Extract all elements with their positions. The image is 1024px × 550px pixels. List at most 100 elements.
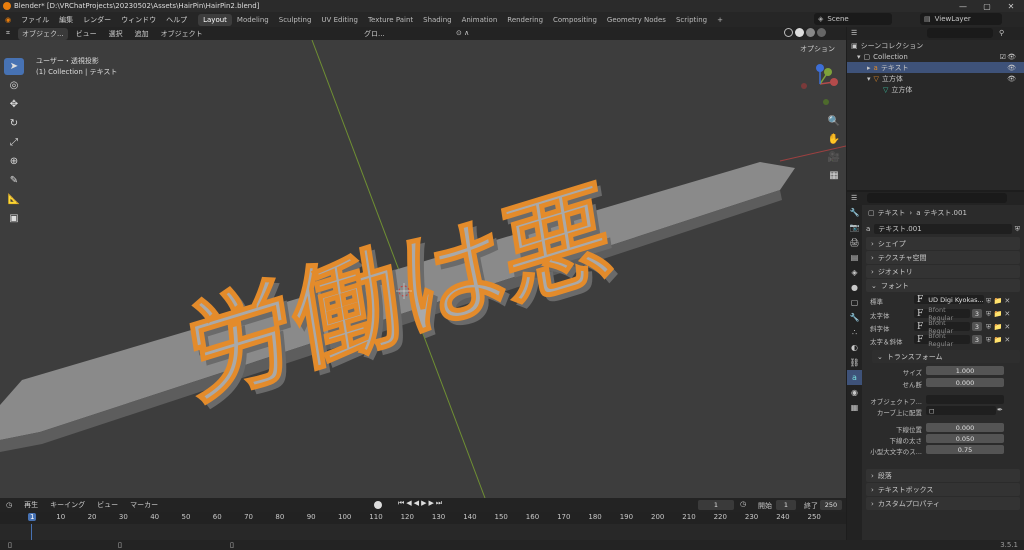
menu-render[interactable]: レンダー [78,15,116,25]
tab-compositing[interactable]: Compositing [548,14,602,26]
end-frame-field[interactable]: 250 [820,500,842,510]
eye-icon[interactable]: 👁 [1007,53,1016,61]
wireframe-shading-icon[interactable] [784,28,793,37]
size-field[interactable]: 1.000 [926,366,1004,375]
outliner-editor-icon[interactable]: ☰ [851,29,857,37]
panel-texture-space[interactable]: › テクスチャ空間 [866,251,1020,264]
font-users-count[interactable]: 3 [972,322,982,331]
start-frame-field[interactable]: 1 [776,500,796,510]
panel-shape[interactable]: › シェイプ [866,237,1020,250]
add-workspace-icon[interactable]: + [712,14,728,26]
maximize-button[interactable]: ▢ [975,0,999,12]
data-tab-icon[interactable]: a [847,370,862,385]
menu-file[interactable]: ファイル [16,15,54,25]
mode-dropdown[interactable]: オブジェク... [17,27,68,40]
properties-editor-icon[interactable]: ☰ [851,194,857,202]
scene-tab-icon[interactable]: ◈ [847,265,862,280]
scale-tool-icon[interactable]: ⤢ [4,134,24,151]
font-users-count[interactable]: 3 [972,309,982,318]
font-users-count[interactable]: 3 [972,335,982,344]
object-font-field[interactable] [926,395,1004,404]
panel-geometry[interactable]: › ジオメトリ [866,265,1020,278]
ortho-grid-icon[interactable]: ▦ [826,170,842,188]
timeline[interactable]: 1 10 20 30 40 50 60 70 80 90 100 110 120 130 140 150 160… [0,512,846,540]
outliner-row[interactable]: ▽ 立方体 [847,84,1024,95]
current-frame-field[interactable]: 1 [698,500,734,510]
timeline-editor-icon[interactable]: ◷ [2,500,16,510]
proportional-edit-icon[interactable]: ⊙ ∧ [452,28,473,38]
panel-custom-properties[interactable]: › カスタムプロパティ [866,497,1020,510]
close-button[interactable]: ✕ [999,0,1023,12]
underline-position-field[interactable]: 0.000 [926,423,1004,432]
solid-shading-icon[interactable] [795,28,804,37]
eye-icon[interactable]: 👁 [1007,64,1016,72]
navigation-gizmo[interactable] [800,62,840,106]
chevron-down-icon[interactable]: ▾ [867,75,871,83]
chevron-down-icon[interactable]: ▾ [857,53,861,61]
blender-menu-icon[interactable]: ◉ [0,16,16,24]
tab-texture-paint[interactable]: Texture Paint [363,14,418,26]
material-shading-icon[interactable] [806,28,815,37]
shear-field[interactable]: 0.000 [926,378,1004,387]
shield-folder-close-icon[interactable]: ⛨ 📁 ✕ [986,321,1010,334]
eye-icon[interactable]: 👁 [1007,75,1016,83]
tab-layout[interactable]: Layout [198,13,232,26]
texture-tab-icon[interactable]: ▦ [847,400,862,415]
menu-select[interactable]: 選択 [105,28,127,40]
editor-type-icon[interactable]: ⌗ [2,28,14,39]
datablock-name-field[interactable]: テキスト.001 [874,224,1012,234]
menu-playback[interactable]: 再生 [20,499,42,511]
tab-scripting[interactable]: Scripting [671,14,712,26]
camera-view-icon[interactable]: 🎥 [826,152,842,170]
object-tab-icon[interactable]: ▢ [847,295,862,310]
menu-edit[interactable]: 編集 [54,15,78,25]
tab-animation[interactable]: Animation [457,14,503,26]
chevron-right-icon[interactable]: ▸ [867,64,871,72]
tab-sculpting[interactable]: Sculpting [274,14,317,26]
outliner-row[interactable]: ▸ a テキスト 👁 [847,62,1024,73]
curve-field[interactable]: ◻ [926,406,996,415]
move-tool-icon[interactable]: ✥ [4,96,24,113]
checkbox-icon[interactable]: ☑ [1000,53,1006,61]
font-regular-field[interactable]: F UD Digi Kyokas... [914,295,984,305]
select-tool-icon[interactable]: ➤ [4,58,24,75]
cursor-tool-icon[interactable]: ◎ [4,77,24,94]
tab-uv-editing[interactable]: UV Editing [316,14,363,26]
zoom-icon[interactable]: 🔍 [826,116,842,134]
3d-viewport[interactable]: 労働は悪 労働は悪 ユーザー・透視投影 (1) Collection | テキス… [0,40,846,498]
tab-shading[interactable]: Shading [418,14,456,26]
add-cube-tool-icon[interactable]: ▣ [4,210,24,227]
frame-ruler[interactable]: 1 10 20 30 40 50 60 70 80 90 100 110 120 130 140 150 160… [0,512,846,524]
eyedropper-icon[interactable]: ✒ [997,406,1003,414]
menu-add[interactable]: 追加 [131,28,153,40]
outliner-row[interactable]: ▣ シーンコレクション [847,40,1024,51]
menu-marker[interactable]: マーカー [126,499,162,511]
menu-help[interactable]: ヘルプ [161,15,192,25]
outliner-row[interactable]: ▾ ▽ 立方体 👁 [847,73,1024,84]
measure-tool-icon[interactable]: 📐 [4,191,24,208]
transform-tool-icon[interactable]: ⊕ [4,153,24,170]
annotate-tool-icon[interactable]: ✎ [4,172,24,189]
font-bold-field[interactable]: F Bfont Regular [914,306,970,322]
outliner-row[interactable]: ▾ ▢ Collection ☑ 👁 [847,51,1024,62]
material-tab-icon[interactable]: ◉ [847,385,862,400]
viewport-options-dropdown[interactable]: オプション [800,44,835,54]
menu-timeline-view[interactable]: ビュー [93,499,122,511]
rendered-shading-icon[interactable] [817,28,826,37]
panel-paragraph[interactable]: › 段落 [866,469,1020,482]
tab-geometry-nodes[interactable]: Geometry Nodes [602,14,671,26]
filter-icon[interactable]: ⚲ [999,29,1004,37]
shield-folder-close-icon[interactable]: ⛨ 📁 ✕ [986,334,1010,347]
outliner-search-input[interactable] [927,28,993,38]
particles-tab-icon[interactable]: ∴ [847,325,862,340]
view-layer-tab-icon[interactable]: ▤ [847,250,862,265]
viewlayer-selector[interactable]: ▤ ViewLayer [920,13,1002,25]
modifier-tab-icon[interactable]: 🔧 [847,310,862,325]
underline-thickness-field[interactable]: 0.050 [926,434,1004,443]
tab-modeling[interactable]: Modeling [232,14,274,26]
properties-search-input[interactable] [867,193,1007,203]
smallcaps-field[interactable]: 0.75 [926,445,1004,454]
playback-controls-icon[interactable]: ⏮◀◀▶▶⏭ [398,499,444,508]
render-tab-icon[interactable]: 📷 [847,220,862,235]
rotate-tool-icon[interactable]: ↻ [4,115,24,132]
